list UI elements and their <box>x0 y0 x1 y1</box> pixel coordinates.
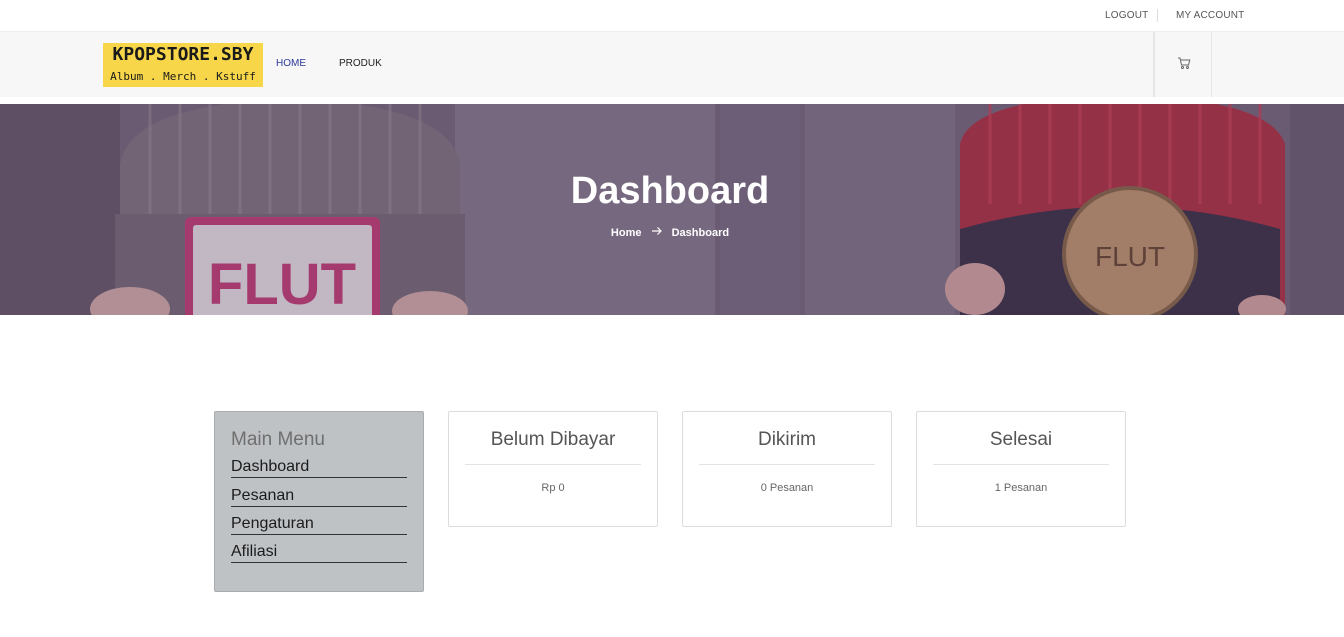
my-account-link[interactable]: MY ACCOUNT <box>1176 10 1245 21</box>
card-title: Selesai <box>989 429 1053 450</box>
logout-link[interactable]: LOGOUT <box>1105 10 1148 21</box>
card-title: Dikirim <box>757 429 817 450</box>
main-nav: KPOPSTORE.SBY Album . Merch . Kstuff HOM… <box>0 32 1344 97</box>
cart-icon <box>1178 57 1191 69</box>
card-value: 0 Pesanan <box>760 482 814 494</box>
logo-title: KPOPSTORE.SBY <box>112 44 254 65</box>
breadcrumb: Home Dashboard <box>0 226 1340 239</box>
card-divider <box>933 464 1109 465</box>
card-divider <box>465 464 641 465</box>
arrow-right-icon <box>651 227 662 235</box>
store-logo[interactable]: KPOPSTORE.SBY Album . Merch . Kstuff <box>103 43 263 87</box>
breadcrumb-home[interactable]: Home <box>611 227 642 239</box>
nav-home[interactable]: HOME <box>276 58 306 69</box>
card-belum-dibayar: Belum Dibayar Rp 0 <box>448 411 658 527</box>
main-menu: Main Menu Dashboard Pesanan Pengaturan A… <box>214 411 424 592</box>
card-selesai: Selesai 1 Pesanan <box>916 411 1126 527</box>
card-value: 1 Pesanan <box>994 482 1048 494</box>
card-value: Rp 0 <box>541 482 565 494</box>
top-bar: LOGOUT MY ACCOUNT <box>0 0 1344 32</box>
main-menu-title: Main Menu <box>231 429 325 450</box>
nav-produk[interactable]: PRODUK <box>339 58 382 69</box>
menu-item-afiliasi[interactable]: Afiliasi <box>231 543 407 563</box>
menu-item-dashboard[interactable]: Dashboard <box>231 458 407 478</box>
card-title: Belum Dibayar <box>490 429 616 450</box>
logo-subtitle: Album . Merch . Kstuff <box>110 70 256 83</box>
top-divider <box>1157 9 1158 22</box>
breadcrumb-current: Dashboard <box>671 227 730 240</box>
cart-button[interactable] <box>1153 32 1212 97</box>
card-dikirim: Dikirim 0 Pesanan <box>682 411 892 527</box>
page-title: Dashboard <box>570 170 770 212</box>
menu-item-pengaturan[interactable]: Pengaturan <box>231 515 407 535</box>
card-divider <box>699 464 875 465</box>
hero-banner: FLUT FLUT Dashboard Home Dashboard <box>0 104 1344 315</box>
menu-item-pesanan[interactable]: Pesanan <box>231 487 407 507</box>
